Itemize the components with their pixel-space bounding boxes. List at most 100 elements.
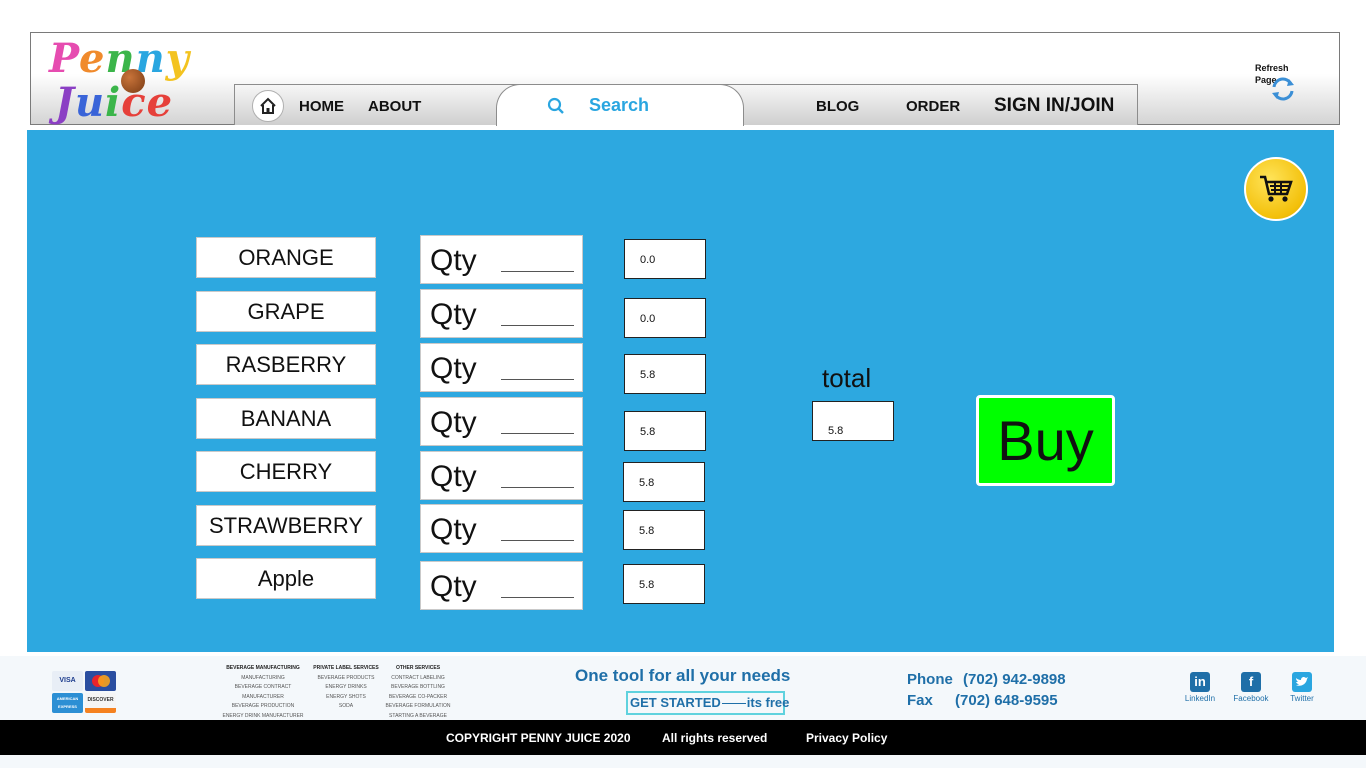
footer-col-private-label: PRIVATE LABEL SERVICES BEVERAGE PRODUCTS E… <box>313 664 379 712</box>
penny-juice-logo[interactable]: Penny Juice <box>47 35 190 126</box>
copyright-bar: COPYRIGHT PENNY JUICE 2020 All rights re… <box>0 720 1366 755</box>
privacy-policy-link[interactable]: Privacy Policy <box>806 731 887 745</box>
total-label: total <box>822 363 872 393</box>
footer-link[interactable]: ENERGY DRINKS <box>313 683 379 693</box>
footer-col-title: PRIVATE LABEL SERVICES <box>313 665 379 671</box>
footer-link[interactable]: BEVERAGE CO-PACKER <box>382 693 454 703</box>
footer-link[interactable]: SODA <box>313 702 379 712</box>
qty-field[interactable]: Qty <box>420 235 583 284</box>
nav-home-link[interactable]: HOME <box>299 98 344 115</box>
qty-label: Qty <box>430 513 477 546</box>
refresh-label-line1: Refresh <box>1255 63 1289 73</box>
product-name: GRAPE <box>196 291 376 332</box>
qty-field[interactable]: Qty <box>420 561 583 610</box>
qty-input-line[interactable] <box>501 487 574 488</box>
footer-tagline: One tool for all your needs <box>575 666 791 685</box>
qty-field[interactable]: Qty <box>420 289 583 338</box>
qty-input-line[interactable] <box>501 271 574 272</box>
qty-input-line[interactable] <box>501 325 574 326</box>
phone-info: Phone (702) 942-9898 <box>907 671 1066 688</box>
site-header: Penny Juice HOME ABOUT Search BLOG ORDER… <box>30 32 1340 126</box>
all-rights-text: All rights reserved <box>662 731 768 745</box>
main-nav: HOME ABOUT Search BLOG ORDER SIGN IN/JOI… <box>234 84 1138 126</box>
nav-order-link[interactable]: ORDER <box>906 98 960 115</box>
twitter-link[interactable]: Twitter <box>1287 672 1317 703</box>
nav-sign-in-link[interactable]: SIGN IN/JOIN <box>994 95 1114 117</box>
search-icon <box>547 97 564 114</box>
refresh-icon <box>1272 77 1294 101</box>
footer-link[interactable]: BEVERAGE CONTRACT MANUFACTURER <box>218 683 308 702</box>
qty-field[interactable]: Qty <box>420 504 583 553</box>
qty-label: Qty <box>430 570 477 603</box>
logo-line-1: Penny <box>49 35 190 82</box>
qty-input-line[interactable] <box>501 597 574 598</box>
qty-input-line[interactable] <box>501 433 574 434</box>
footer-link[interactable]: ENERGY SHOTS <box>313 693 379 703</box>
facebook-link[interactable]: f Facebook <box>1231 672 1271 703</box>
footer-link[interactable]: MANUFACTURING <box>218 674 308 684</box>
logo-line-2: Juice <box>55 79 174 126</box>
price-field[interactable]: 0.0 <box>624 298 706 338</box>
footer-col-title: OTHER SERVICES <box>395 665 441 671</box>
qty-input-line[interactable] <box>501 540 574 541</box>
cart-icon[interactable] <box>1244 157 1308 221</box>
product-name: CHERRY <box>196 451 376 492</box>
price-field[interactable]: 5.8 <box>624 354 706 394</box>
product-name: STRAWBERRY <box>196 505 376 546</box>
qty-field[interactable]: Qty <box>420 343 583 392</box>
price-field[interactable]: 5.8 <box>623 564 705 604</box>
qty-field[interactable]: Qty <box>420 451 583 500</box>
product-name: ORANGE <box>196 237 376 278</box>
search-label: Search <box>589 95 650 115</box>
price-field[interactable]: 5.8 <box>624 411 706 451</box>
product-name: RASBERRY <box>196 344 376 385</box>
price-field[interactable]: 5.8 <box>623 510 705 550</box>
linkedin-link[interactable]: in LinkedIn <box>1183 672 1217 703</box>
qty-field[interactable]: Qty <box>420 397 583 446</box>
qty-label: Qty <box>430 406 477 439</box>
qty-label: Qty <box>430 298 477 331</box>
footer-col-title: BEVERAGE MANUFACTURING <box>226 665 300 671</box>
phone-number[interactable]: (702) 942-9898 <box>963 671 1066 688</box>
get-started-label: GET STARTED <box>630 695 721 710</box>
qty-label: Qty <box>430 352 477 385</box>
visa-card-icon: VISA <box>52 671 83 691</box>
footer-link[interactable]: BEVERAGE PRODUCTION <box>218 702 308 712</box>
twitter-icon <box>1292 672 1312 692</box>
price-field[interactable]: 0.0 <box>624 239 706 279</box>
fax-number: (702) 648-9595 <box>955 692 1058 709</box>
footer-link[interactable]: CONTRACT LABELING <box>382 674 454 684</box>
fax-label: Fax <box>907 692 933 709</box>
search-box[interactable]: Search <box>496 84 744 126</box>
site-footer: VISA AMERICAN EXPRESS DISCOVER BEVERAGE … <box>0 656 1366 728</box>
linkedin-label: LinkedIn <box>1184 694 1216 703</box>
footer-link[interactable]: BEVERAGE PRODUCTS <box>313 674 379 684</box>
total-field: 5.8 <box>812 401 894 441</box>
amex-card-icon: AMERICAN EXPRESS <box>52 693 83 713</box>
qty-label: Qty <box>430 244 477 277</box>
refresh-page-button[interactable]: Refresh Page <box>1255 63 1305 103</box>
nav-about-link[interactable]: ABOUT <box>368 98 421 115</box>
its-free-label: its free <box>746 695 790 710</box>
footer-link[interactable]: BEVERAGE BOTTLING <box>382 683 454 693</box>
price-field[interactable]: 5.8 <box>623 462 705 502</box>
mastercard-icon <box>85 671 116 691</box>
fax-info: Fax (702) 648-9595 <box>907 692 1058 709</box>
linkedin-icon: in <box>1190 672 1210 692</box>
order-panel: ORANGE Qty 0.0 GRAPE Qty 0.0 RASBERRY Qty 5.8 BAN… <box>27 130 1334 652</box>
product-name: Apple <box>196 558 376 599</box>
qty-label: Qty <box>430 460 477 493</box>
payment-cards: VISA AMERICAN EXPRESS DISCOVER <box>52 671 116 713</box>
footer-link[interactable]: BEVERAGE FORMULATION <box>382 702 454 712</box>
copyright-text: COPYRIGHT PENNY JUICE 2020 <box>446 731 631 745</box>
qty-input-line[interactable] <box>501 379 574 380</box>
product-name: BANANA <box>196 398 376 439</box>
buy-button[interactable]: Buy <box>976 395 1115 486</box>
nav-blog-link[interactable]: BLOG <box>816 98 859 115</box>
facebook-icon: f <box>1241 672 1261 692</box>
footer-col-manufacturing: BEVERAGE MANUFACTURING MANUFACTURING BEVER… <box>218 664 308 721</box>
home-icon[interactable] <box>252 90 284 122</box>
get-started-button[interactable]: GET STARTED its free <box>626 691 789 715</box>
facebook-label: Facebook <box>1233 694 1269 703</box>
discover-card-icon: DISCOVER <box>85 693 116 713</box>
